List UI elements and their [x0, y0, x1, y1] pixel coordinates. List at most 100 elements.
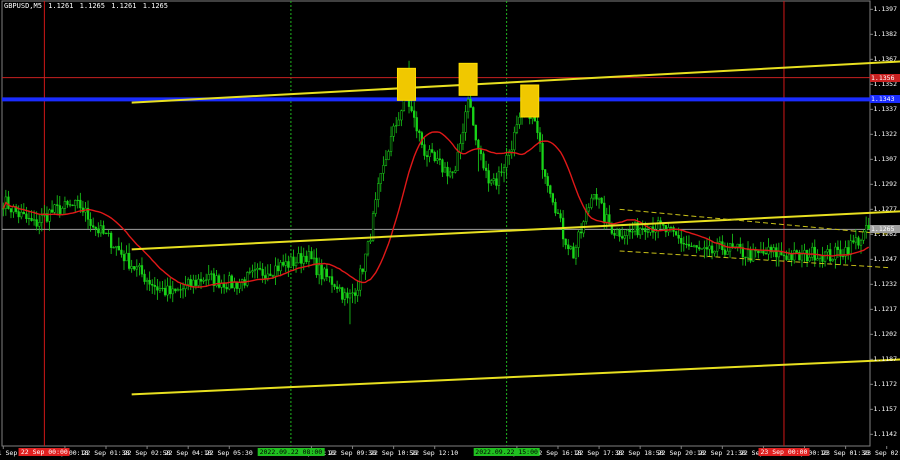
time-tick-14: 22 Sep 20:10: [657, 449, 705, 457]
candle-body-272: [700, 248, 703, 250]
candle-body-194: [500, 171, 503, 173]
candle-body-35: [92, 225, 95, 228]
trend-line-0: [131, 60, 900, 104]
moving-average-line: [2, 131, 870, 288]
close-value: 1.1265: [142, 2, 168, 10]
candle-body-289: [744, 256, 747, 258]
candle-body-19: [50, 209, 54, 213]
candle-body-176: [454, 170, 457, 173]
candle-body-168: [433, 152, 436, 161]
price-tick-10: 1.1247: [873, 255, 897, 264]
candle-body-324: [834, 246, 837, 260]
candle-body-267: [687, 244, 691, 247]
candle-body-36: [94, 226, 97, 229]
candle-body-292: [752, 249, 755, 262]
candle-body-221: [569, 246, 572, 250]
price-tick-11: 1.1232: [873, 280, 897, 289]
candle-body-46: [120, 249, 123, 255]
candle-body-269: [692, 245, 696, 247]
candle-body-201: [518, 117, 521, 125]
candle-body-245: [631, 231, 634, 233]
candle-body-112: [289, 256, 293, 268]
candle-body-234: [603, 202, 606, 224]
candle-body-260: [669, 227, 673, 229]
candle-body-37: [97, 228, 100, 234]
candle-body-60: [156, 286, 159, 291]
candle-body-114: [294, 262, 298, 267]
candle-body-2: [7, 196, 10, 209]
candle-body-38: [99, 225, 103, 234]
time-tick-18: 23 Sep 01:30: [822, 449, 870, 457]
candle-body-50: [130, 266, 133, 269]
candle-body-332: [854, 237, 858, 243]
candle-body-52: [135, 266, 138, 270]
price-chart[interactable]: [0, 0, 900, 460]
candle-body-307: [790, 253, 793, 261]
candle-body-169: [436, 158, 439, 161]
candle-body-137: [353, 292, 357, 296]
candle-body-29: [76, 199, 79, 202]
candle-body-231: [595, 193, 598, 200]
candle-body-311: [800, 253, 804, 261]
price-tick-6: 1.1307: [873, 155, 897, 164]
candle-body-118: [305, 255, 308, 263]
candle-body-249: [641, 228, 644, 230]
candle-body-149: [384, 159, 388, 166]
candle-body-208: [536, 120, 539, 133]
candle-body-240: [618, 229, 621, 237]
candle-body-323: [831, 258, 834, 262]
candle-body-217: [559, 213, 562, 219]
candle-body-178: [459, 143, 462, 153]
candle-body-199: [513, 132, 516, 151]
candle-body-306: [787, 253, 791, 260]
candle-body-266: [685, 243, 688, 245]
candle-body-130: [335, 286, 339, 289]
time-tick-9: 22 Sep 12:10: [411, 449, 459, 457]
candle-body-116: [300, 253, 303, 264]
candle-body-139: [359, 268, 362, 291]
candle-body-150: [387, 151, 390, 160]
candle-body-175: [451, 171, 454, 173]
candle-body-162: [418, 130, 421, 133]
candle-body-7: [20, 211, 23, 218]
candle-body-309: [795, 250, 798, 253]
candle-body-138: [356, 289, 359, 296]
candle-body-115: [297, 253, 300, 264]
candle-body-270: [695, 245, 698, 248]
candle-body-42: [109, 232, 113, 248]
candle-body-6: [17, 211, 20, 218]
candle-body-9: [25, 213, 28, 219]
candle-body-12: [32, 219, 36, 221]
candle-body-79: [205, 279, 208, 281]
time-tick-13: 22 Sep 18:50: [616, 449, 664, 457]
candle-body-184: [474, 124, 477, 141]
candle-body-78: [202, 279, 205, 282]
candle-body-190: [490, 180, 493, 184]
candle-body-152: [392, 125, 395, 137]
candle-body-180: [464, 111, 467, 133]
candle-body-129: [333, 284, 336, 288]
candle-body-296: [762, 250, 765, 254]
candle-body-43: [112, 247, 115, 249]
candle-body-183: [472, 107, 475, 126]
candle-body-185: [477, 139, 480, 150]
candle-body-64: [166, 285, 169, 296]
candle-body-87: [225, 287, 228, 290]
candle-body-136: [351, 292, 354, 294]
candle-body-92: [238, 282, 241, 289]
candle-body-160: [413, 110, 416, 118]
time-tick-4: 22 Sep 04:10: [164, 449, 212, 457]
candle-body-265: [682, 243, 685, 245]
signal-marker-1: [458, 62, 478, 96]
symbol-label: GBPUSD,M5: [4, 2, 42, 10]
candle-body-200: [515, 124, 519, 133]
candle-body-277: [713, 250, 716, 254]
chart-window[interactable]: GBPUSD,M5 1.1261 1.1265 1.1261 1.1265 1.…: [0, 0, 900, 460]
candle-body-223: [574, 247, 578, 259]
candle-body-28: [74, 200, 77, 206]
candle-body-182: [469, 99, 472, 108]
candle-body-229: [590, 197, 593, 208]
price-tick-17: 1.1142: [873, 430, 897, 439]
candle-body-297: [764, 252, 768, 255]
candle-body-80: [207, 274, 210, 281]
